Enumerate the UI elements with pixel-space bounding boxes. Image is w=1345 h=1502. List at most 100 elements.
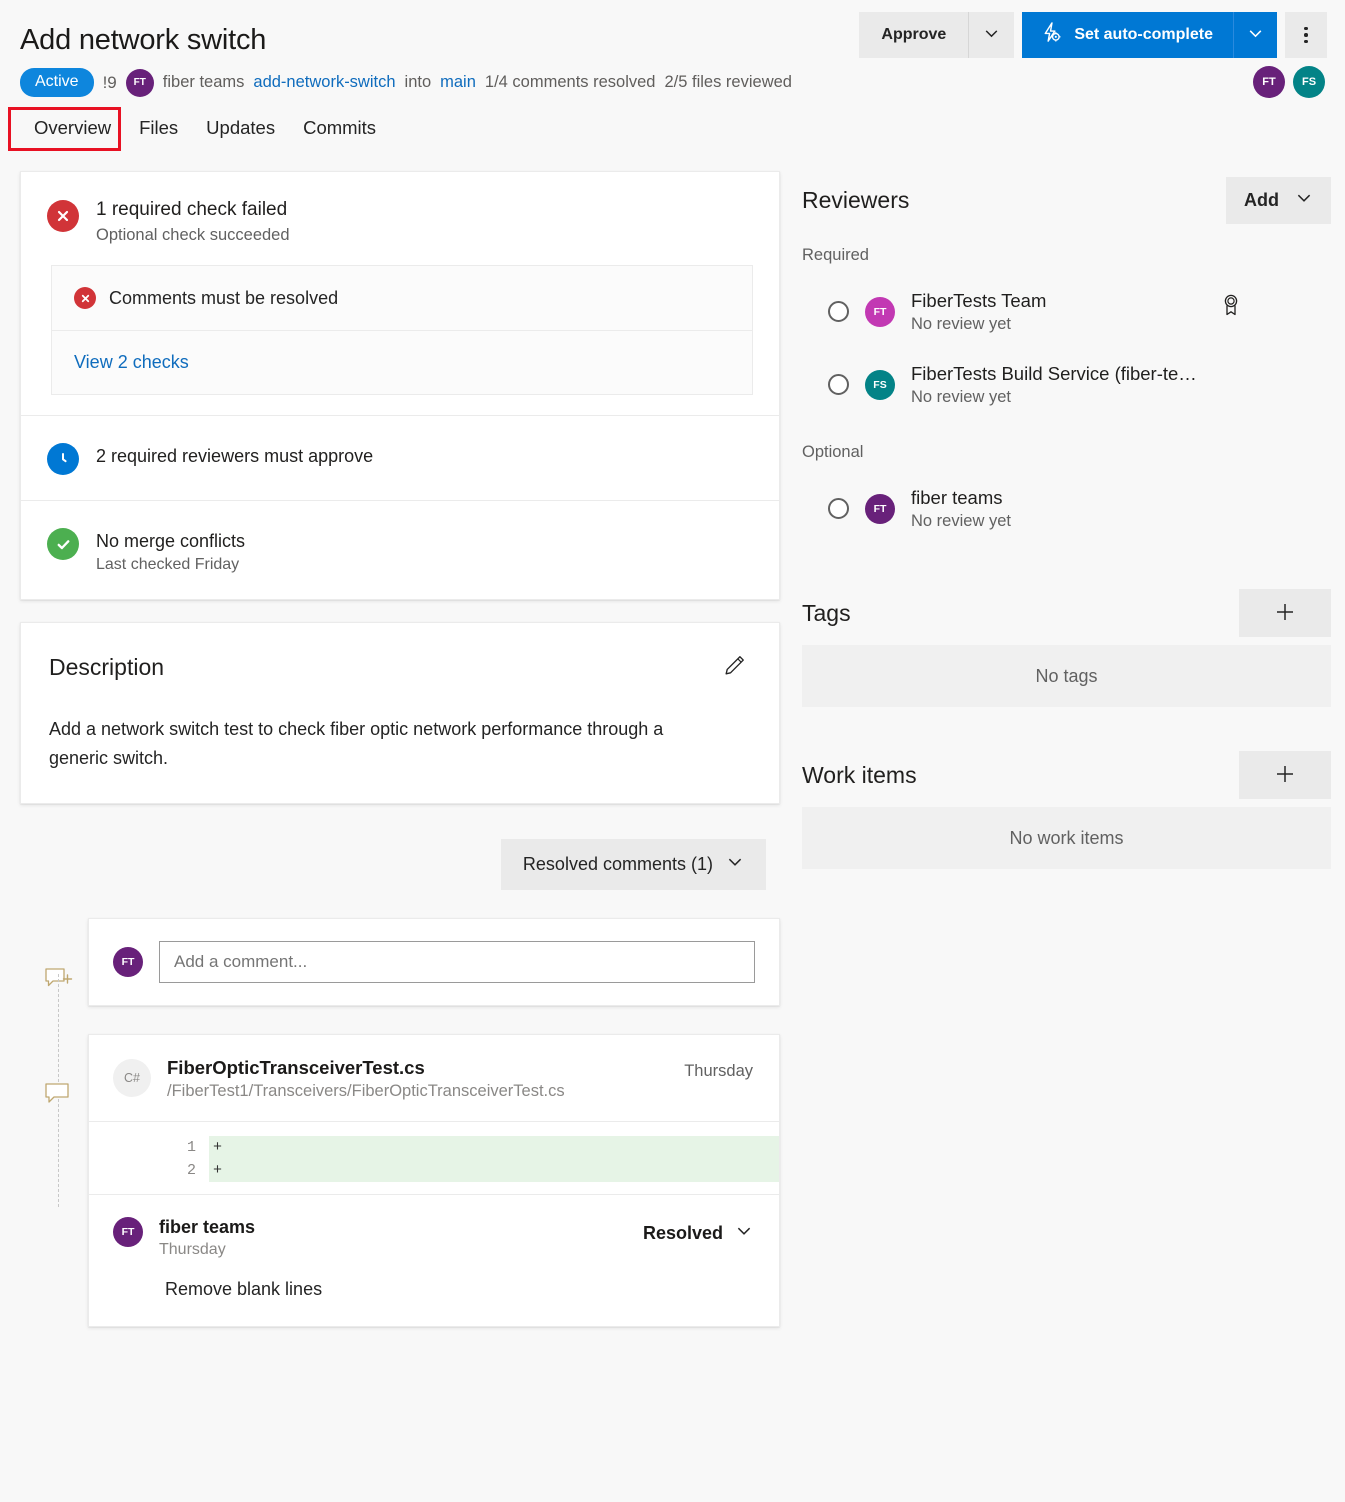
add-reviewer-button[interactable]: Add: [1226, 177, 1331, 224]
view-checks-link[interactable]: View 2 checks: [74, 352, 189, 372]
policy-item-title: 2 required reviewers must approve: [96, 441, 373, 468]
reviewer-row[interactable]: FT fiber teams No review yet: [802, 472, 1331, 545]
kebab-menu-icon: [1304, 27, 1308, 44]
pull-request-page: Add network switch Approve: [0, 0, 1345, 1502]
reply-text: Remove blank lines: [165, 1279, 755, 1300]
page-header: Add network switch Approve: [0, 0, 1345, 97]
thread-file-header[interactable]: C# FiberOpticTransceiverTest.cs /FiberTe…: [89, 1035, 779, 1121]
reviewer-vote-radio[interactable]: [828, 374, 849, 395]
status-badge: Active: [20, 68, 94, 97]
reviewer-name: FiberTests Build Service (fiber-te…: [911, 362, 1197, 385]
work-items-section: Work items No work items: [802, 751, 1331, 869]
work-items-header: Work items: [802, 751, 1331, 799]
add-reviewer-label: Add: [1244, 190, 1279, 211]
tab-overview[interactable]: Overview: [20, 113, 125, 151]
sidebar: Reviewers Add Required FT FiberTests Tea…: [802, 171, 1331, 869]
tab-bar: Overview Files Updates Commits: [0, 113, 1345, 151]
tags-title: Tags: [802, 600, 851, 627]
csharp-file-icon: C#: [113, 1059, 151, 1097]
add-comment-bubble-icon: [44, 966, 74, 999]
diff-line-number: 2: [89, 1159, 209, 1182]
plus-icon: [1273, 762, 1297, 789]
comments-resolved-status: 1/4 comments resolved: [485, 73, 656, 92]
tab-files[interactable]: Files: [125, 113, 192, 151]
pr-meta-row: Active !9 FT fiber teams add-network-swi…: [20, 68, 1325, 97]
thread-date: Thursday: [684, 1062, 753, 1081]
autocomplete-dropdown-button[interactable]: [1233, 12, 1277, 58]
thread-file-name: FiberOpticTransceiverTest.cs: [167, 1057, 565, 1079]
approve-button[interactable]: Approve: [859, 12, 968, 58]
policy-subline: Optional check succeeded: [96, 226, 290, 245]
reviewer-row[interactable]: FS FiberTests Build Service (fiber-te… N…: [802, 348, 1331, 421]
file-comment-thread: C# FiberOpticTransceiverTest.cs /FiberTe…: [88, 1034, 780, 1327]
thread-status-label: Resolved: [643, 1223, 723, 1244]
set-auto-complete-button[interactable]: Set auto-complete: [1022, 12, 1233, 58]
policy-summary: 1 required check failed Optional check s…: [21, 172, 779, 253]
reviewer-row[interactable]: FT FiberTests Team No review yet: [802, 275, 1331, 348]
header-actions: Approve: [859, 12, 1327, 58]
source-branch-link[interactable]: add-network-switch: [253, 73, 395, 92]
error-icon: [47, 200, 79, 245]
reviewers-title: Reviewers: [802, 187, 909, 214]
thread-status-dropdown[interactable]: Resolved: [643, 1222, 753, 1245]
avatar: FS: [865, 370, 895, 400]
approve-split-button: Approve: [859, 12, 1014, 58]
add-tag-button[interactable]: [1239, 589, 1331, 637]
files-reviewed-status: 2/5 files reviewed: [664, 73, 791, 92]
avatar: FT: [113, 947, 143, 977]
tab-commits[interactable]: Commits: [289, 113, 390, 151]
tab-updates[interactable]: Updates: [192, 113, 289, 151]
edit-description-button[interactable]: [718, 649, 751, 685]
policy-headline: 1 required check failed: [96, 198, 290, 222]
avatar[interactable]: FS: [1293, 66, 1325, 98]
policy-item-reviewers: 2 required reviewers must approve: [21, 416, 779, 500]
description-title: Description: [49, 654, 164, 681]
diff-line-content: +: [209, 1159, 779, 1182]
resolved-comments-button[interactable]: Resolved comments (1): [501, 839, 766, 890]
work-items-title: Work items: [802, 762, 917, 789]
add-work-item-button[interactable]: [1239, 751, 1331, 799]
pr-author: fiber teams: [163, 73, 245, 92]
more-actions-button[interactable]: [1285, 12, 1327, 58]
reviewer-vote-radio[interactable]: [828, 498, 849, 519]
approve-dropdown-button[interactable]: [968, 12, 1014, 58]
reviewer-status: No review yet: [911, 512, 1011, 531]
autocomplete-split-button: Set auto-complete: [1022, 12, 1277, 58]
comment-gutter: [44, 918, 76, 1327]
set-auto-complete-label: Set auto-complete: [1074, 26, 1213, 44]
resolved-comments-bar: Resolved comments (1): [20, 839, 780, 890]
view-checks-row: View 2 checks: [52, 331, 752, 394]
error-icon: [74, 287, 96, 309]
reply-author: fiber teams: [159, 1217, 255, 1238]
chevron-down-icon: [726, 853, 744, 876]
pencil-icon: [722, 653, 747, 681]
chevron-down-icon: [1247, 25, 1264, 45]
target-branch-link[interactable]: main: [440, 73, 476, 92]
into-label: into: [405, 73, 432, 92]
work-items-empty-state: No work items: [802, 807, 1331, 869]
avatar: FT: [126, 69, 154, 97]
thread-reply: FT fiber teams Thursday Resolved: [89, 1194, 779, 1326]
reviewers-group-required: Required: [802, 246, 1331, 265]
comment-bubble-icon: [44, 1081, 72, 1112]
diff-line-number: 1: [89, 1136, 209, 1159]
tags-section: Tags No tags: [802, 589, 1331, 707]
page-content: 1 required check failed Optional check s…: [0, 151, 1345, 1327]
reviewer-vote-radio[interactable]: [828, 301, 849, 322]
avatar: FT: [865, 494, 895, 524]
checks-box: Comments must be resolved View 2 checks: [51, 265, 753, 395]
avatar[interactable]: FT: [1253, 66, 1285, 98]
clock-icon: [47, 443, 79, 475]
reviewers-group-optional: Optional: [802, 443, 1331, 462]
reviewer-name: FiberTests Team: [911, 289, 1046, 312]
chevron-down-icon: [735, 1222, 753, 1245]
reply-date: Thursday: [159, 1241, 255, 1259]
description-header: Description: [49, 649, 751, 685]
policy-item-sub: Last checked Friday: [96, 556, 245, 574]
add-comment-input[interactable]: [159, 941, 755, 983]
description-body: Add a network switch test to check fiber…: [49, 715, 699, 773]
chevron-down-icon: [1295, 189, 1313, 212]
diff-preview: 1 + 2 +: [89, 1121, 779, 1194]
chevron-down-icon: [983, 25, 1000, 45]
tags-header: Tags: [802, 589, 1331, 637]
